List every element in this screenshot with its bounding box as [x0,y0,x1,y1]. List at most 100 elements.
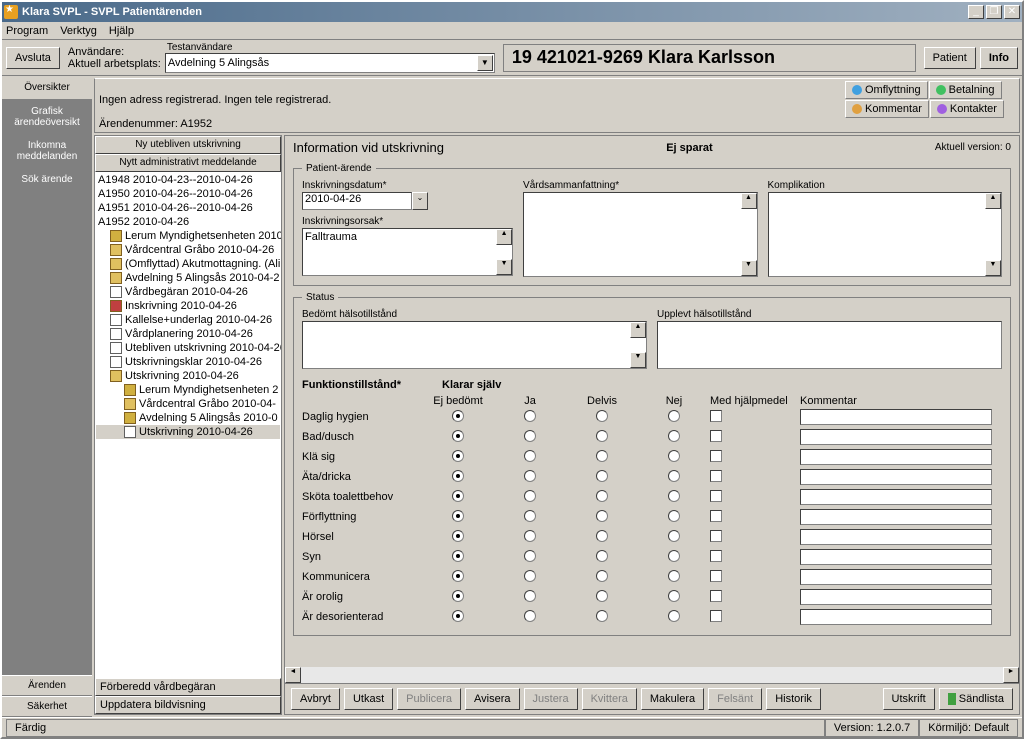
tree-item[interactable]: Kallelse+underlag 2010-04-26 [96,313,280,327]
radio-2[interactable] [596,610,608,622]
scroll-up-icon[interactable]: ▲ [496,229,512,245]
arbetsplats-dropdown[interactable]: Avdelning 5 Alingsås ▼ [165,53,495,73]
tree-item[interactable]: Utebliven utskrivning 2010-04-26 [96,341,280,355]
tree-item[interactable]: A1950 2010-04-26--2010-04-26 [96,187,280,201]
radio-3[interactable] [668,530,680,542]
radio-3[interactable] [668,610,680,622]
publicera-button[interactable]: Publicera [397,688,461,710]
med-hjalpmedel-checkbox[interactable] [710,450,722,462]
radio-1[interactable] [524,510,536,522]
radio-3[interactable] [668,590,680,602]
tree-item[interactable]: Vårdbegäran 2010-04-26 [96,285,280,299]
radio-3[interactable] [668,470,680,482]
radio-3[interactable] [668,450,680,462]
tree-item[interactable]: Lerum Myndighetsenheten 2 [96,383,280,397]
makulera-button[interactable]: Makulera [641,688,704,710]
radio-1[interactable] [524,450,536,462]
historik-button[interactable]: Historik [766,688,821,710]
tree-item[interactable]: A1951 2010-04-26--2010-04-26 [96,201,280,215]
tree-item[interactable]: Avdelning 5 Alingsås 2010-04-2 [96,271,280,285]
radio-0[interactable] [452,450,464,462]
radio-2[interactable] [596,550,608,562]
kommentar-input[interactable] [800,429,992,445]
kommentar-input[interactable] [800,549,992,565]
kommentar-input[interactable] [800,489,992,505]
radio-2[interactable] [596,530,608,542]
sidebar-tab-grafisk[interactable]: Grafisk ärendeöversikt [2,100,92,134]
radio-2[interactable] [596,570,608,582]
kommentar-input[interactable] [800,529,992,545]
radio-3[interactable] [668,430,680,442]
radio-2[interactable] [596,450,608,462]
uppdatera-button[interactable]: Uppdatera bildvisning [95,696,281,714]
med-hjalpmedel-checkbox[interactable] [710,430,722,442]
med-hjalpmedel-checkbox[interactable] [710,410,722,422]
forberedd-button[interactable]: Förberedd vårdbegäran [95,678,281,696]
kontakter-button[interactable]: Kontakter [930,100,1004,118]
radio-3[interactable] [668,410,680,422]
radio-1[interactable] [524,490,536,502]
ny-utebliven-button[interactable]: Ny utebliven utskrivning [95,136,281,154]
kommentar-input[interactable] [800,569,992,585]
med-hjalpmedel-checkbox[interactable] [710,470,722,482]
med-hjalpmedel-checkbox[interactable] [710,610,722,622]
radio-0[interactable] [452,510,464,522]
radio-0[interactable] [452,430,464,442]
justera-button[interactable]: Justera [524,688,578,710]
omflyttning-button[interactable]: Omflyttning [845,81,928,99]
inskrivningsdatum-input[interactable]: 2010-04-26 [302,192,412,210]
radio-1[interactable] [524,530,536,542]
kommentar-input[interactable] [800,409,992,425]
tree-item[interactable]: Vårdplanering 2010-04-26 [96,327,280,341]
minimize-button[interactable]: _ [968,5,984,19]
radio-3[interactable] [668,510,680,522]
date-dropdown-icon[interactable]: ⌄ [412,192,428,210]
close-button[interactable]: ✕ [1004,5,1020,19]
radio-3[interactable] [668,550,680,562]
radio-0[interactable] [452,590,464,602]
radio-1[interactable] [524,410,536,422]
kommentar-input[interactable] [800,509,992,525]
radio-1[interactable] [524,430,536,442]
horizontal-scrollbar[interactable]: ◄ ► [285,667,1019,683]
patient-button[interactable]: Patient [924,47,976,69]
kommentar-input[interactable] [800,609,992,625]
radio-3[interactable] [668,490,680,502]
radio-0[interactable] [452,570,464,582]
radio-2[interactable] [596,510,608,522]
med-hjalpmedel-checkbox[interactable] [710,510,722,522]
radio-2[interactable] [596,590,608,602]
tree-item[interactable]: Utskrivning 2010-04-26 [96,369,280,383]
betalning-button[interactable]: Betalning [929,81,1002,99]
felsant-button[interactable]: Felsänt [708,688,762,710]
radio-0[interactable] [452,610,464,622]
radio-2[interactable] [596,470,608,482]
sidebar-tab-oversikter[interactable]: Översikter [2,76,92,100]
maximize-button[interactable]: ❐ [986,5,1002,19]
radio-1[interactable] [524,550,536,562]
nytt-admin-button[interactable]: Nytt administrativt meddelande [95,154,281,172]
radio-0[interactable] [452,410,464,422]
sidebar-tab-sakerhet[interactable]: Säkerhet [2,696,92,717]
bedomt-textarea[interactable]: ▲▼ [302,321,647,369]
med-hjalpmedel-checkbox[interactable] [710,530,722,542]
kommentar-input[interactable] [800,469,992,485]
radio-0[interactable] [452,530,464,542]
radio-2[interactable] [596,410,608,422]
avbryt-button[interactable]: Avbryt [291,688,340,710]
sidebar-tab-arenden[interactable]: Ärenden [2,675,92,696]
avsluta-button[interactable]: Avsluta [6,47,60,69]
tree-item[interactable]: Utskrivningsklar 2010-04-26 [96,355,280,369]
radio-0[interactable] [452,490,464,502]
avisera-button[interactable]: Avisera [465,688,519,710]
med-hjalpmedel-checkbox[interactable] [710,590,722,602]
kommentar-input[interactable] [800,449,992,465]
tree-item[interactable]: A1948 2010-04-23--2010-04-26 [96,173,280,187]
komplikation-textarea[interactable]: ▲▼ [768,192,1002,277]
chevron-down-icon[interactable]: ▼ [477,55,493,71]
sidebar-tab-inkomna[interactable]: Inkomna meddelanden [2,134,92,168]
inskrivningsorsak-textarea[interactable]: Falltrauma ▲▼ [302,228,513,276]
utskrift-button[interactable]: Utskrift [883,688,935,710]
tree-item[interactable]: Inskrivning 2010-04-26 [96,299,280,313]
radio-2[interactable] [596,430,608,442]
